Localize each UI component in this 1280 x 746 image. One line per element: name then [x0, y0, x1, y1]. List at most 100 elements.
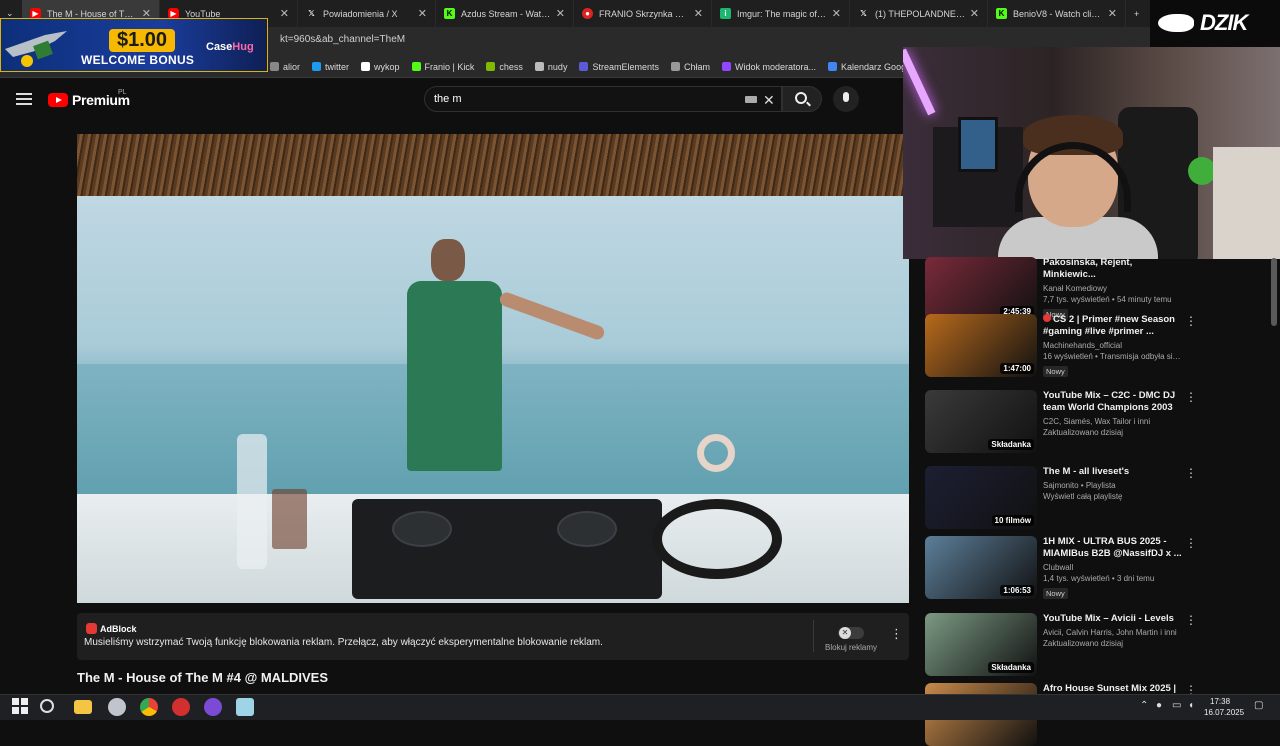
bookmark-item[interactable]: Chłam	[670, 61, 710, 72]
video-life-ring	[697, 434, 735, 472]
recommendation-item[interactable]: Składanka YouTube Mix – Avicii - Levels Av…	[925, 613, 1265, 679]
recommendation-title[interactable]: YouTube Mix – Avicii - Levels	[1043, 613, 1183, 625]
close-tab-icon[interactable]: ✕	[1108, 7, 1117, 20]
video-thumbnail[interactable]: 1:06:53	[925, 536, 1037, 599]
bookmark-item[interactable]: chess	[486, 62, 523, 72]
video-player[interactable]	[77, 134, 909, 603]
bookmark-item[interactable]: wykop	[361, 62, 400, 72]
clock-date[interactable]: 16.07.2025	[1204, 708, 1244, 717]
hamburger-menu-icon[interactable]	[16, 93, 32, 105]
video-thumbnail[interactable]: 2:45:39	[925, 257, 1037, 320]
more-options-icon[interactable]: ⋮	[890, 626, 903, 642]
volume-icon[interactable]: ◖	[1188, 700, 1194, 711]
block-ads-toggle[interactable]	[838, 627, 864, 639]
close-tab-icon[interactable]: ✕	[970, 7, 979, 20]
new-tab-button[interactable]: +	[1126, 0, 1148, 27]
video-bottle	[237, 434, 267, 569]
url-text[interactable]: kt=960s&ab_channel=TheM	[280, 34, 405, 45]
webcam-overlay	[903, 47, 1280, 259]
video-thumbnail[interactable]: 10 filmów	[925, 466, 1037, 529]
bookmark-item[interactable]: alior	[270, 62, 300, 72]
bookmark-icon	[411, 62, 421, 71]
channel-name[interactable]: Clubwall	[1043, 563, 1183, 572]
microphone-icon[interactable]: ●	[1156, 700, 1162, 711]
recommendation-item[interactable]: Składanka YouTube Mix – C2C - DMC DJ team…	[925, 390, 1265, 456]
channel-name[interactable]: Avicii, Calvin Harris, John Martin i inn…	[1043, 628, 1183, 637]
search-input[interactable]	[424, 86, 782, 112]
recommendation-item[interactable]: 1:47:00 CS 2 | Primer #new Season #gaming…	[925, 314, 1265, 380]
tab-title: The M - House of The M	[47, 8, 138, 19]
search-input-value[interactable]: the m	[434, 93, 462, 105]
windows-start-icon[interactable]	[12, 698, 28, 714]
x-favicon-icon: 𝕏	[308, 9, 315, 18]
bookmark-item[interactable]: Franio | Kick	[411, 61, 475, 72]
keyboard-icon[interactable]	[745, 96, 757, 103]
recommendation-title[interactable]: Pakosinska, Rejent, Minkiewic...	[1043, 257, 1183, 281]
microphone-icon[interactable]	[843, 92, 849, 102]
bookmark-label: Chłam	[683, 61, 710, 72]
app-icon[interactable]	[172, 698, 190, 716]
recommendation-title-text: 1H MIX - ULTRA BUS 2025 - MIAMIBus B2B @…	[1043, 536, 1182, 559]
more-options-icon[interactable]: ⋮	[1185, 314, 1197, 328]
search-icon[interactable]	[795, 92, 807, 104]
close-tab-icon[interactable]: ✕	[832, 7, 841, 20]
recommendation-meta: CS 2 | Primer #new Season #gaming #live …	[1043, 314, 1183, 379]
recommendation-title[interactable]: The M - all liveset's	[1043, 466, 1183, 478]
close-tab-icon[interactable]: ✕	[418, 7, 427, 20]
recommendation-title-text: Pakosinska, Rejent, Minkiewic...	[1043, 257, 1133, 280]
bookmark-icon	[670, 62, 680, 71]
video-thumbnail[interactable]: 1:47:00	[925, 314, 1037, 377]
channel-name[interactable]: Machinehands_official	[1043, 341, 1183, 350]
video-thumbnail[interactable]: Składanka	[925, 390, 1037, 453]
tab-title: (1) THEPOLANDNEWS	[875, 8, 966, 19]
app-icon[interactable]	[236, 698, 254, 716]
network-icon[interactable]: ▭	[1172, 700, 1181, 711]
browser-tab[interactable]: i Imgur: The magic of the ✕	[712, 0, 850, 27]
sidebar-scrollbar[interactable]	[1271, 258, 1277, 326]
tab-title: Imgur: The magic of the	[737, 8, 828, 19]
bookmark-label: Franio | Kick	[424, 61, 475, 72]
channel-name[interactable]: Kanał Komediowy	[1043, 284, 1183, 293]
bookmark-label: nudy	[547, 61, 568, 72]
bookmark-item[interactable]: twitter	[312, 62, 349, 72]
recommendation-title[interactable]: CS 2 | Primer #new Season #gaming #live …	[1043, 314, 1183, 338]
chrome-icon[interactable]	[140, 698, 158, 716]
close-tab-icon[interactable]: ✕	[694, 7, 703, 20]
close-tab-icon[interactable]: ✕	[280, 7, 289, 20]
recommendation-item[interactable]: 1:06:53 1H MIX - ULTRA BUS 2025 - MIAMIBu…	[925, 536, 1265, 602]
browser-tab[interactable]: ● FRANIO Skrzynka CS2 (CS) ✕	[574, 0, 712, 27]
bookmark-item[interactable]: Widok moderatora...	[722, 62, 816, 72]
duration-badge: Składanka	[988, 662, 1034, 673]
browser-tab[interactable]: 𝕏 Powiadomienia / X ✕	[298, 0, 436, 27]
more-options-icon[interactable]: ⋮	[1185, 466, 1197, 480]
bookmark-item[interactable]: StreamElements	[579, 62, 659, 72]
clock-time[interactable]: 17:38	[1210, 697, 1230, 706]
browser-tab[interactable]: 𝕏 (1) THEPOLANDNEWS ✕	[850, 0, 988, 27]
video-thumbnail[interactable]: Składanka	[925, 613, 1037, 676]
more-options-icon[interactable]: ⋮	[1185, 613, 1197, 627]
channel-name[interactable]: Sajmonito • Playlista	[1043, 481, 1183, 490]
recommendation-title[interactable]: YouTube Mix – C2C - DMC DJ team World Ch…	[1043, 390, 1183, 414]
app-icon[interactable]	[204, 698, 222, 716]
browser-tab[interactable]: K BenioV8 - Watch clips on ✕	[988, 0, 1126, 27]
bookmark-item[interactable]: nudy	[534, 61, 568, 72]
more-options-icon[interactable]: ⋮	[1185, 536, 1197, 550]
more-options-icon[interactable]: ⋮	[1185, 390, 1197, 404]
close-tab-icon[interactable]: ✕	[556, 7, 565, 20]
recommendation-title-text: Afro House Sunset Mix 2025 |	[1043, 683, 1177, 694]
chevron-up-icon[interactable]: ⌃	[1140, 700, 1148, 711]
recommendation-meta: Pakosinska, Rejent, Minkiewic... Kanał Ko…	[1043, 257, 1183, 322]
recommendation-item[interactable]: 10 filmów The M - all liveset's Sajmonito …	[925, 466, 1265, 532]
browser-tab[interactable]: K Azdus Stream - Watch Live ✕	[436, 0, 574, 27]
file-explorer-icon[interactable]	[74, 700, 92, 714]
view-info: 1,4 tys. wyświetleń • 3 dni temu	[1043, 574, 1155, 583]
app-icon[interactable]	[108, 698, 126, 716]
recommendation-item[interactable]: Afro House Sunset Mix 2025 | ⋮	[925, 683, 1265, 746]
search-icon[interactable]	[40, 699, 54, 713]
channel-name[interactable]: C2C, Siamés, Wax Tailor i inni	[1043, 417, 1183, 426]
notification-icon[interactable]: ▢	[1254, 700, 1263, 711]
streamer-brand: DZIK	[1200, 10, 1248, 35]
kick-favicon-icon: K	[996, 8, 1007, 19]
recommendation-title[interactable]: 1H MIX - ULTRA BUS 2025 - MIAMIBus B2B @…	[1043, 536, 1183, 560]
close-icon[interactable]: ✕	[763, 92, 775, 109]
